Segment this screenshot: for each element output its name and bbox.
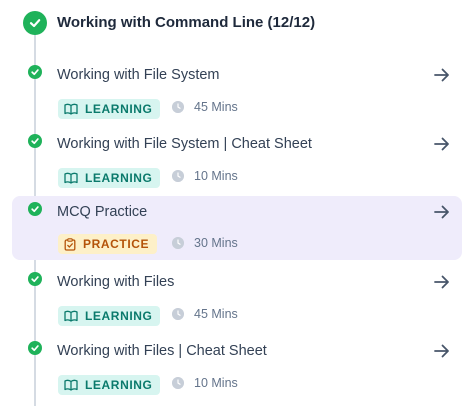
book-open-icon xyxy=(64,379,78,391)
check-circle-icon xyxy=(28,65,42,79)
check-circle-icon xyxy=(28,134,42,148)
clipboard-check-icon xyxy=(64,237,76,251)
check-circle-icon xyxy=(28,341,42,355)
badge-label: LEARNING xyxy=(85,102,153,116)
duration-text: 30 Mins xyxy=(194,236,238,250)
badge-label: LEARNING xyxy=(85,309,153,323)
clock-icon xyxy=(172,170,184,182)
learning-badge: LEARNING xyxy=(58,306,161,326)
badge-label: LEARNING xyxy=(85,378,153,392)
duration-text: 45 Mins xyxy=(194,307,238,321)
clock-icon xyxy=(172,101,184,113)
duration-text: 10 Mins xyxy=(194,169,238,183)
book-open-icon xyxy=(64,103,78,115)
item-title: Working with Files xyxy=(57,274,175,290)
arrow-right-icon[interactable] xyxy=(432,272,452,292)
learning-badge: LEARNING xyxy=(58,168,161,188)
book-open-icon xyxy=(64,172,78,184)
duration-text: 45 Mins xyxy=(194,100,238,114)
check-circle-icon xyxy=(23,11,47,35)
list-item-working-with-files[interactable]: Working with Files LEARNING 45 Mins xyxy=(12,270,462,333)
list-item-mcq-practice[interactable]: MCQ Practice PRACTICE 30 Mins xyxy=(12,196,462,260)
badge-label: PRACTICE xyxy=(83,237,150,251)
practice-badge: PRACTICE xyxy=(58,234,158,254)
clock-icon xyxy=(172,308,184,320)
book-open-icon xyxy=(64,310,78,322)
clock-icon xyxy=(172,237,184,249)
duration: 30 Mins xyxy=(172,236,238,250)
learning-badge: LEARNING xyxy=(58,99,161,119)
duration-text: 10 Mins xyxy=(194,376,238,390)
check-circle-icon xyxy=(28,272,42,286)
duration: 10 Mins xyxy=(172,169,238,183)
arrow-right-icon[interactable] xyxy=(432,341,452,361)
section-header[interactable]: Working with Command Line (12/12) xyxy=(0,0,474,48)
list-item-working-with-file-system-cheat-sheet[interactable]: Working with File System | Cheat Sheet L… xyxy=(12,132,462,195)
learning-badge: LEARNING xyxy=(58,375,161,395)
arrow-right-icon[interactable] xyxy=(432,202,452,222)
item-title: Working with File System | Cheat Sheet xyxy=(57,136,312,152)
clock-icon xyxy=(172,377,184,389)
arrow-right-icon[interactable] xyxy=(432,134,452,154)
list-item-working-with-files-cheat-sheet[interactable]: Working with Files | Cheat Sheet LEARNIN… xyxy=(12,339,462,402)
duration: 45 Mins xyxy=(172,307,238,321)
check-circle-icon xyxy=(28,202,42,216)
duration: 45 Mins xyxy=(172,100,238,114)
arrow-right-icon[interactable] xyxy=(432,65,452,85)
item-title: Working with Files | Cheat Sheet xyxy=(57,343,267,359)
section-title: Working with Command Line (12/12) xyxy=(57,14,316,31)
item-title: Working with File System xyxy=(57,67,220,83)
list-item-working-with-file-system[interactable]: Working with File System LEARNING 45 Min… xyxy=(12,63,462,126)
item-title: MCQ Practice xyxy=(57,204,148,220)
badge-label: LEARNING xyxy=(85,171,153,185)
duration: 10 Mins xyxy=(172,376,238,390)
